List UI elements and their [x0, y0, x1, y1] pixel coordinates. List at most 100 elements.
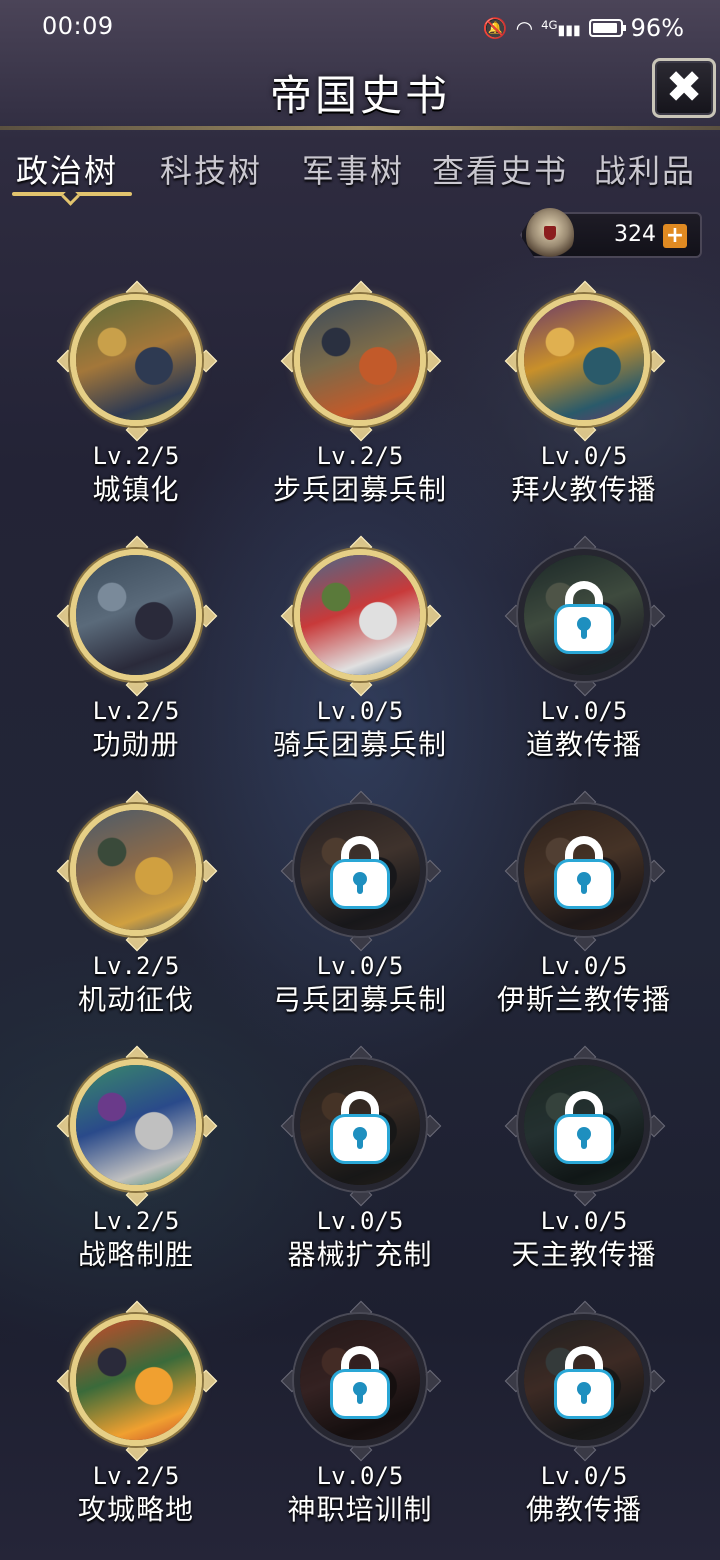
node-name: 弓兵团募兵制	[272, 983, 447, 1016]
node-name: 拜火教传播	[511, 473, 657, 506]
node-name: 佛教传播	[525, 1493, 642, 1526]
lock-icon	[557, 1346, 611, 1416]
node-artwork	[300, 555, 420, 675]
node-level: Lv.0/5	[316, 952, 404, 980]
tree-node[interactable]: Lv.0/5 器械扩充制	[260, 1045, 460, 1275]
node-level: Lv.0/5	[316, 1462, 404, 1490]
node-name: 道教传播	[525, 728, 642, 761]
status-time: 00:09	[42, 12, 114, 40]
tree-node[interactable]: Lv.0/5 天主教传播	[484, 1045, 684, 1275]
add-currency-button[interactable]: +	[663, 224, 687, 248]
locked-node-medallion[interactable]	[504, 1300, 666, 1462]
imperial-emblem-icon	[526, 208, 574, 260]
node-level: Lv.2/5	[92, 442, 180, 470]
medallion-ring	[518, 294, 650, 426]
node-name: 神职培训制	[287, 1493, 433, 1526]
tree-node[interactable]: Lv.2/5 城镇化	[36, 280, 236, 510]
tab-bar: 政治树 科技树 军事树 查看史书 战利品	[0, 140, 720, 206]
node-level: Lv.2/5	[92, 697, 180, 725]
locked-node-medallion[interactable]	[280, 1045, 442, 1207]
close-button[interactable]: ✖	[652, 58, 716, 118]
tree-node[interactable]: Lv.0/5 神职培训制	[260, 1300, 460, 1530]
tab-history-book[interactable]: 查看史书	[432, 146, 568, 192]
node-level: Lv.0/5	[540, 442, 628, 470]
node-name: 器械扩充制	[287, 1238, 433, 1271]
medallion-ring	[294, 549, 426, 681]
wifi-icon: ◠	[515, 15, 534, 40]
node-level: Lv.0/5	[316, 697, 404, 725]
lock-icon	[333, 836, 387, 906]
page-title: 帝国史书	[269, 71, 450, 120]
lock-icon	[557, 581, 611, 651]
node-medallion[interactable]	[504, 280, 666, 442]
medallion-ring	[70, 1059, 202, 1191]
node-medallion[interactable]	[56, 1300, 218, 1462]
node-name: 城镇化	[92, 473, 180, 506]
tree-node[interactable]: Lv.2/5 步兵团募兵制	[260, 280, 460, 510]
node-name: 攻城略地	[77, 1493, 194, 1526]
node-artwork	[300, 300, 420, 420]
tab-military[interactable]: 军事树	[302, 146, 404, 192]
node-artwork	[76, 300, 196, 420]
locked-node-medallion[interactable]	[504, 790, 666, 952]
locked-node-medallion[interactable]	[504, 1045, 666, 1207]
header: 帝国史书 ✖	[0, 54, 720, 128]
currency-value: 324	[614, 222, 656, 247]
node-artwork	[76, 810, 196, 930]
node-name: 功勋册	[92, 728, 180, 761]
node-medallion[interactable]	[280, 535, 442, 697]
node-artwork	[76, 1320, 196, 1440]
mute-bell-icon: 🔕	[482, 15, 508, 40]
tree-node[interactable]: Lv.0/5 道教传播	[484, 535, 684, 765]
tree-node[interactable]: Lv.2/5 战略制胜	[36, 1045, 236, 1275]
node-level: Lv.2/5	[92, 1207, 180, 1235]
node-artwork	[524, 300, 644, 420]
node-medallion[interactable]	[280, 280, 442, 442]
tree-node[interactable]: Lv.0/5 伊斯兰教传播	[484, 790, 684, 1020]
medallion-ring	[70, 1314, 202, 1446]
node-level: Lv.0/5	[540, 1207, 628, 1235]
node-level: Lv.0/5	[540, 697, 628, 725]
tree-node[interactable]: Lv.0/5 弓兵团募兵制	[260, 790, 460, 1020]
medallion-ring	[70, 549, 202, 681]
tree-node[interactable]: Lv.0/5 骑兵团募兵制	[260, 535, 460, 765]
node-level: Lv.0/5	[540, 952, 628, 980]
locked-node-medallion[interactable]	[280, 1300, 442, 1462]
node-medallion[interactable]	[56, 535, 218, 697]
medallion-ring	[70, 294, 202, 426]
medallion-ring	[70, 804, 202, 936]
close-icon: ✖	[665, 62, 703, 113]
tree-node[interactable]: Lv.2/5 功勋册	[36, 535, 236, 765]
node-medallion[interactable]	[56, 790, 218, 952]
node-name: 步兵团募兵制	[272, 473, 447, 506]
lock-icon	[333, 1346, 387, 1416]
node-name: 伊斯兰教传播	[496, 983, 671, 1016]
signal-icon: 4G▮▮▮	[541, 18, 581, 39]
lock-icon	[557, 836, 611, 906]
node-name: 骑兵团募兵制	[272, 728, 447, 761]
node-name: 机动征伐	[77, 983, 194, 1016]
tab-technology[interactable]: 科技树	[160, 146, 262, 192]
node-name: 战略制胜	[77, 1238, 194, 1271]
node-artwork	[76, 1065, 196, 1185]
node-level: Lv.0/5	[540, 1462, 628, 1490]
node-medallion[interactable]	[56, 280, 218, 442]
tree-node[interactable]: Lv.0/5 拜火教传播	[484, 280, 684, 510]
tab-spoils[interactable]: 战利品	[594, 146, 696, 192]
node-level: Lv.2/5	[92, 952, 180, 980]
node-level: Lv.0/5	[316, 1207, 404, 1235]
lock-icon	[333, 1091, 387, 1161]
tree-node[interactable]: Lv.2/5 攻城略地	[36, 1300, 236, 1530]
medallion-ring	[294, 294, 426, 426]
tree-node[interactable]: Lv.2/5 机动征伐	[36, 790, 236, 1020]
status-icons: 🔕 ◠ 4G▮▮▮ 96%	[483, 12, 684, 44]
node-medallion[interactable]	[56, 1045, 218, 1207]
locked-node-medallion[interactable]	[504, 535, 666, 697]
tab-politics[interactable]: 政治树	[16, 146, 118, 192]
tree-node[interactable]: Lv.0/5 佛教传播	[484, 1300, 684, 1530]
node-artwork	[76, 555, 196, 675]
battery-percent: 96%	[630, 13, 684, 42]
status-bar: 00:09 🔕 ◠ 4G▮▮▮ 96%	[0, 0, 720, 54]
node-level: Lv.2/5	[316, 442, 404, 470]
locked-node-medallion[interactable]	[280, 790, 442, 952]
